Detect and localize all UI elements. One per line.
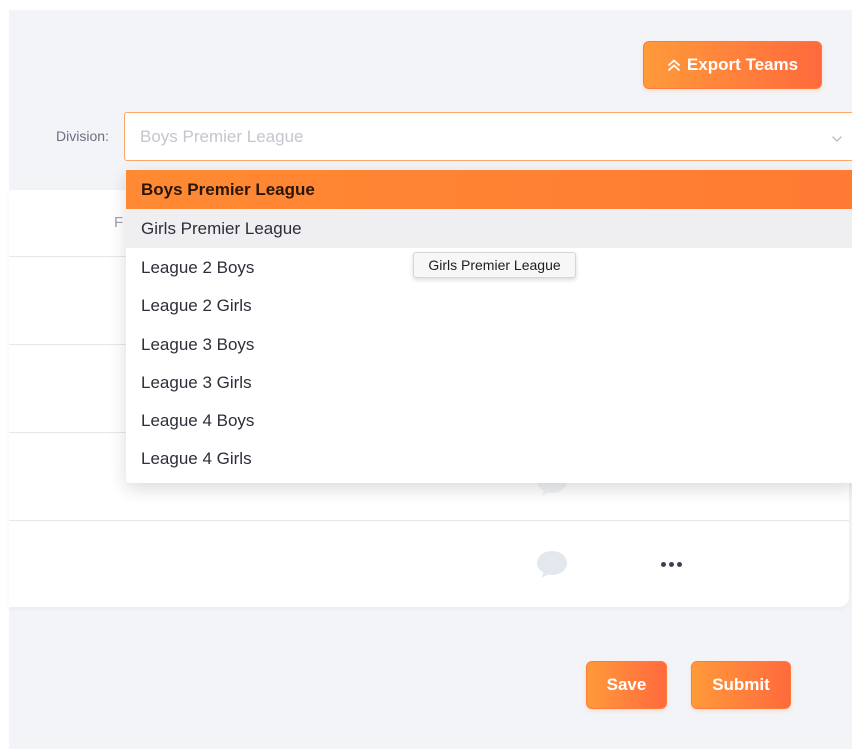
division-option[interactable]: Boys Premier League bbox=[126, 170, 852, 209]
division-option[interactable]: League 3 Boys bbox=[126, 325, 852, 364]
division-option[interactable]: League 2 Girls bbox=[126, 286, 852, 325]
division-dropdown: Boys Premier League Girls Premier League… bbox=[126, 170, 852, 483]
export-teams-button[interactable]: Export Teams bbox=[643, 41, 822, 89]
chevron-down-icon bbox=[831, 132, 843, 144]
division-label: Division: bbox=[56, 128, 109, 144]
save-button[interactable]: Save bbox=[586, 661, 667, 709]
table-header-partial: F bbox=[114, 214, 124, 231]
dot bbox=[668, 561, 674, 567]
division-option[interactable]: League 4 Girls bbox=[126, 439, 852, 478]
more-options-icon[interactable] bbox=[658, 556, 684, 572]
submit-button[interactable]: Submit bbox=[691, 661, 791, 709]
dot bbox=[676, 561, 682, 567]
division-option[interactable]: League 3 Girls bbox=[126, 363, 852, 402]
division-option[interactable]: League 4 Boys bbox=[126, 401, 852, 440]
comment-icon[interactable] bbox=[535, 548, 569, 580]
dot bbox=[660, 561, 666, 567]
division-select[interactable]: Boys Premier League bbox=[124, 112, 852, 161]
double-chevron-up-icon bbox=[667, 58, 681, 72]
division-select-value: Boys Premier League bbox=[140, 126, 304, 146]
division-option[interactable]: Girls Premier League bbox=[126, 209, 852, 248]
table-row-divider bbox=[9, 520, 849, 521]
export-teams-label: Export Teams bbox=[686, 55, 799, 74]
option-tooltip: Girls Premier League bbox=[413, 252, 576, 278]
